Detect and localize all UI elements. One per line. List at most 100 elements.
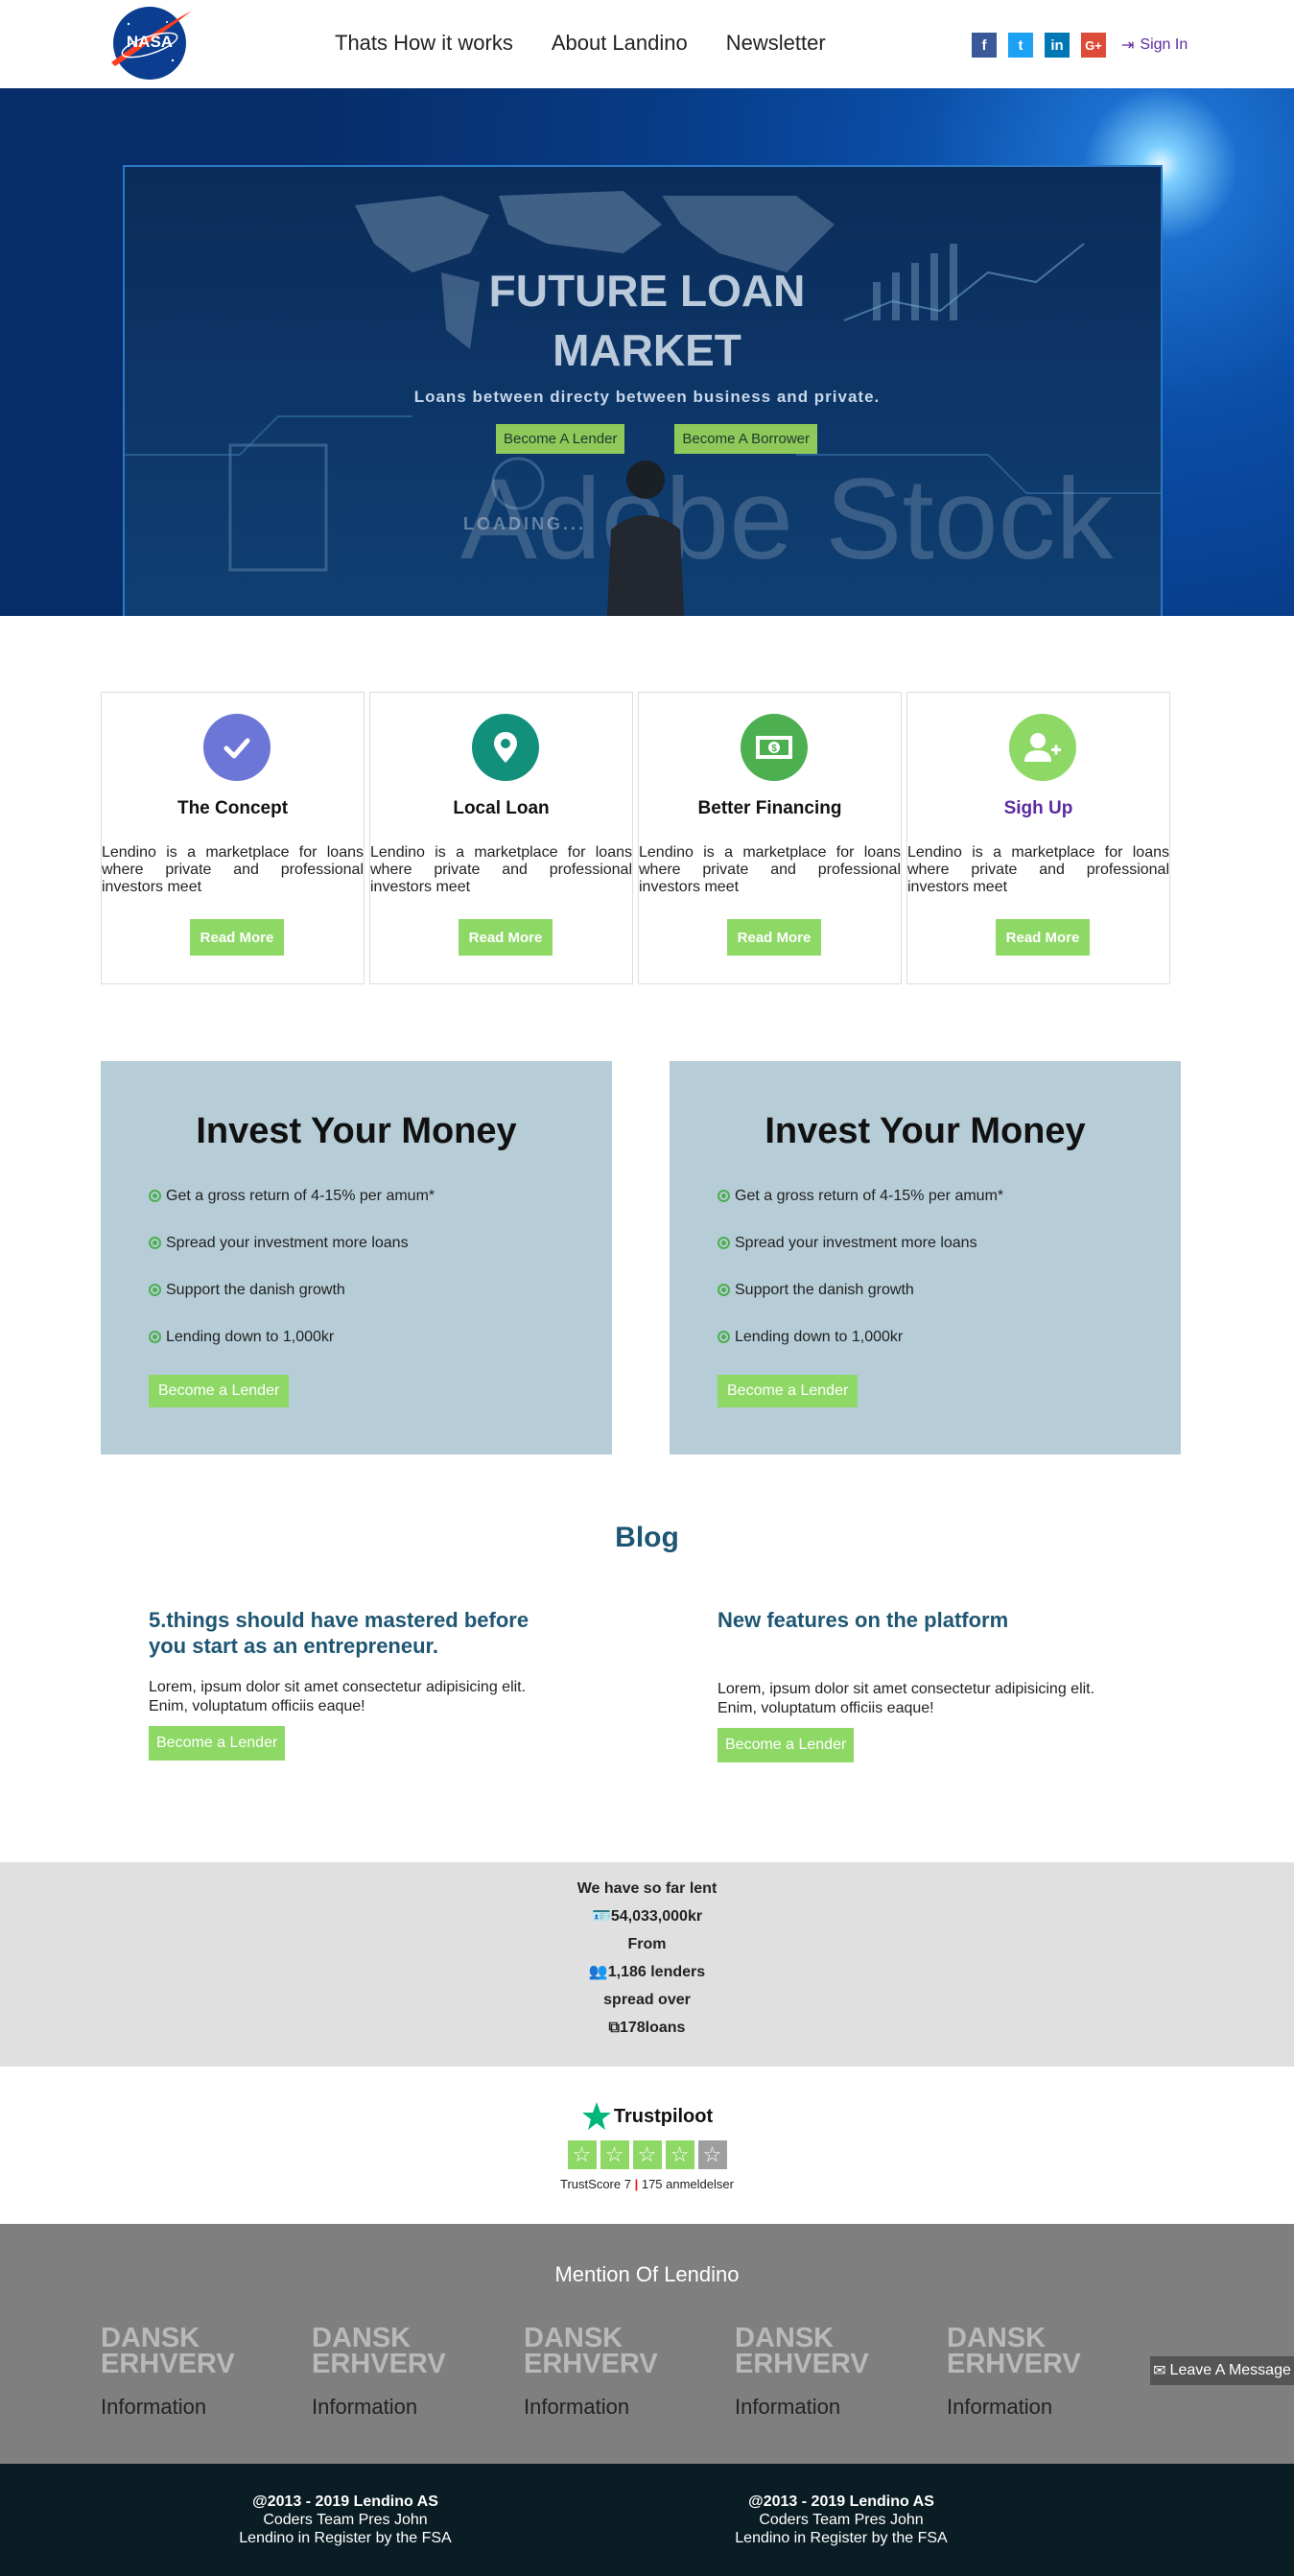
bullet-icon (149, 1190, 161, 1202)
nav-how-it-works[interactable]: Thats How it works (335, 31, 513, 56)
star-icon (581, 2102, 611, 2130)
dansk-erhverv-logo: DANSK ERHVERV (947, 2323, 1081, 2379)
nav-newsletter[interactable]: Newsletter (726, 31, 826, 56)
become-lender-button[interactable]: Become a Lender (149, 1726, 286, 1761)
hero-buttons: Become A Lender Become A Borrower (496, 424, 817, 454)
mention-item[interactable]: DANSK ERHVERV Information (524, 2323, 696, 2420)
site-header: NASA Thats How it works About Landino Ne… (0, 0, 1294, 88)
read-more-button[interactable]: Read More (996, 919, 1090, 956)
hero-title-line2: MARKET (553, 325, 741, 375)
mention-item[interactable]: DANSK ERHVERV Information (101, 2325, 273, 2420)
card-title: Local Loan (453, 798, 550, 818)
footer-credit: Coders Team Pres John (263, 2512, 428, 2528)
site-footer: @2013 - 2019 Lendino AS Coders Team Pres… (0, 2464, 1294, 2576)
invest-item: Lending down to 1,000kr (718, 1329, 1003, 1376)
sign-in-link[interactable]: ⇥ Sign In (1121, 35, 1188, 55)
card-title: The Concept (176, 798, 289, 818)
facebook-icon[interactable]: f (972, 33, 997, 58)
stats-section: We have so far lent 🪪54,033,000kr From 👥… (0, 1862, 1294, 2067)
read-more-button[interactable]: Read More (727, 919, 821, 956)
mention-item[interactable]: DANSK ERHVERV Information (312, 2325, 484, 2420)
post-title[interactable]: New features on the platform (718, 1607, 1130, 1633)
card-title: Sigh Up (1003, 798, 1073, 818)
feature-card-concept: The Concept Lendino is a marketplace for… (101, 692, 365, 984)
footer-register: Lendino in Register by the FSA (735, 2530, 948, 2546)
become-lender-button[interactable]: Become a Lender (149, 1375, 290, 1407)
twitter-icon[interactable]: t (1008, 33, 1033, 58)
post-title[interactable]: 5.things should have mastered before you… (149, 1607, 561, 1659)
card-text: Lendino is a marketplace for loans where… (370, 844, 632, 895)
businessman-figure (607, 461, 684, 616)
envelope-icon: ✉ (1153, 2363, 1166, 2379)
logo-text: NASA (127, 33, 173, 51)
mention-label: Information (312, 2395, 418, 2419)
trustpilot-widget[interactable]: Trustpiloot ☆ ☆ ☆ ☆ ☆ TrustScore 7 | 175… (0, 2101, 1294, 2191)
invest-item: Support the danish growth (149, 1282, 435, 1329)
footer-credit: Coders Team Pres John (759, 2512, 924, 2528)
user-plus-icon (1009, 714, 1076, 781)
post-text: Lorem, ipsum dolor sit amet consectetur … (718, 1681, 1095, 1716)
blog-post: New features on the platform Lorem, ipsu… (718, 1607, 1130, 1762)
mention-item[interactable]: DANSK ERHVERV Information (735, 2325, 907, 2420)
stats-line: We have so far lent (576, 1880, 718, 1897)
star-icon: ☆ (697, 2140, 727, 2169)
card-title: Better Financing (697, 798, 842, 818)
feature-card-local-loan: Local Loan Lendino is a marketplace for … (369, 692, 633, 984)
mention-label: Information (101, 2395, 207, 2419)
invest-item: Spread your investment more loans (718, 1235, 1003, 1282)
read-more-button[interactable]: Read More (459, 919, 553, 956)
mention-label: Information (735, 2395, 841, 2419)
read-more-button[interactable]: Read More (190, 919, 284, 956)
feature-card-financing: $ Better Financing Lendino is a marketpl… (638, 692, 902, 984)
become-lender-button[interactable]: Become a Lender (718, 1375, 859, 1407)
become-lender-button[interactable]: Become a Lender (718, 1728, 855, 1762)
stats-amount: 🪪54,033,000kr (591, 1908, 703, 1925)
invest-item: Support the danish growth (718, 1282, 1003, 1329)
hero-banner: Adobe Stock LOADING... FUTURE LOAN MARKE… (0, 88, 1294, 616)
invest-panel-left: Invest Your Money Get a gross return of … (101, 1061, 612, 1454)
card-text: Lendino is a marketplace for loans where… (102, 844, 364, 895)
nav-about[interactable]: About Landino (552, 31, 688, 56)
sign-in-icon: ⇥ (1121, 37, 1135, 54)
mention-label: Information (524, 2395, 630, 2419)
features-row: The Concept Lendino is a marketplace for… (101, 692, 1170, 984)
become-lender-button[interactable]: Become A Lender (496, 424, 625, 454)
stats-line: spread over (603, 1992, 691, 2008)
mention-item[interactable]: DANSK ERHVERV Information (947, 2323, 1119, 2420)
star-icon: ☆ (665, 2140, 694, 2169)
hero-subtitle: Loans between directy between business a… (413, 388, 881, 406)
invest-item: Lending down to 1,000kr (149, 1329, 435, 1376)
bullet-icon (149, 1331, 161, 1343)
leave-message-label: Leave A Message (1169, 2362, 1291, 2378)
check-icon (203, 714, 271, 781)
dansk-erhverv-logo: DANSK ERHVERV (524, 2323, 658, 2379)
card-text: Lendino is a marketplace for loans where… (907, 844, 1169, 895)
become-borrower-button[interactable]: Become A Borrower (674, 424, 817, 454)
trustpilot-brand: Trustpiloot (581, 2101, 713, 2132)
star-icon: ☆ (600, 2140, 629, 2169)
feature-card-signup: Sigh Up Lendino is a marketplace for loa… (906, 692, 1170, 984)
invest-item: Get a gross return of 4-15% per amum* (718, 1188, 1003, 1235)
bullet-icon (718, 1331, 730, 1343)
bullet-icon (718, 1284, 730, 1296)
hero-title: FUTURE LOAN MARKET (0, 261, 1294, 380)
invest-title: Invest Your Money (196, 1111, 517, 1151)
sign-in-label: Sign In (1140, 36, 1188, 53)
copyright: @2013 - 2019 Lendino AS (252, 2493, 438, 2510)
star-icon: ☆ (632, 2140, 662, 2169)
users-icon: 👥 (588, 1964, 608, 1980)
social-links: f t in G+ ⇥ Sign In (972, 33, 1188, 58)
loading-text: LOADING... (463, 514, 586, 533)
hero-title-line1: FUTURE LOAN (488, 266, 806, 316)
google-plus-icon[interactable]: G+ (1081, 33, 1106, 58)
nasa-logo[interactable]: NASA (106, 5, 194, 82)
stats-loans: ⧉178loans (608, 2020, 686, 2036)
bullet-icon (149, 1237, 161, 1249)
footer-column: @2013 - 2019 Lendino AS Coders Team Pres… (153, 2493, 537, 2547)
linkedin-icon[interactable]: in (1045, 33, 1070, 58)
leave-message-button[interactable]: ✉ Leave A Message (1150, 2356, 1294, 2385)
mention-title: Mention Of Lendino (554, 2262, 740, 2286)
footer-register: Lendino in Register by the FSA (239, 2530, 452, 2546)
star-icon: ☆ (567, 2140, 597, 2169)
card-text: Lendino is a marketplace for loans where… (639, 844, 901, 895)
